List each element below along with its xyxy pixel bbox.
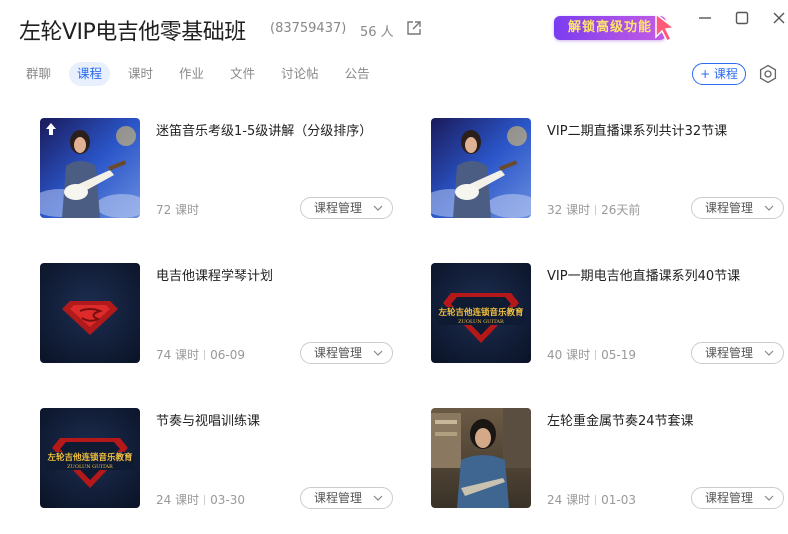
pin-top-icon: [46, 123, 56, 135]
chevron-down-icon: [373, 350, 383, 356]
zuolun-logo-image: 左轮吉他连锁音乐教育 ZUOLUN GUITAR: [431, 263, 531, 363]
lesson-count: 74 课时: [156, 348, 200, 362]
course-date: 03-30: [210, 493, 245, 507]
course-manage-dropdown[interactable]: 课程管理: [300, 342, 393, 364]
lesson-count: 24 课时: [547, 493, 591, 507]
chevron-down-icon: [764, 205, 774, 211]
course-manage-label: 课程管理: [705, 346, 754, 360]
superman-logo-image: [40, 263, 140, 363]
tab-courses[interactable]: 课程: [69, 62, 111, 86]
settings-icon[interactable]: [758, 64, 778, 84]
cursor-arrow-icon: [655, 12, 676, 42]
meta-divider: [204, 350, 206, 360]
zuolun-logo-image: 左轮吉他连锁音乐教育 ZUOLUN GUITAR: [40, 408, 140, 508]
logo-text-cn: 左轮吉他连锁音乐教育: [437, 307, 524, 318]
course-card[interactable]: 电吉他课程学琴计划 74 课时 06-09 课程管理: [40, 263, 400, 364]
group-id: (83759437): [270, 21, 347, 36]
course-title[interactable]: 左轮重金属节奏24节套课: [547, 410, 694, 429]
course-meta: 24 课时 03-30: [156, 491, 245, 508]
tab-lessons[interactable]: 课时: [120, 62, 161, 86]
course-title[interactable]: 节奏与视唱训练课: [156, 410, 260, 429]
minimize-icon[interactable]: [697, 10, 713, 26]
meta-divider: [595, 350, 597, 360]
meta-divider: [204, 495, 206, 505]
group-title: 左轮VIP电吉他零基础班: [19, 20, 246, 45]
chevron-down-icon: [373, 495, 383, 501]
add-course-button[interactable]: + 课程: [692, 63, 746, 85]
course-title[interactable]: 电吉他课程学琴计划: [156, 265, 273, 284]
guitarist-room-image: [431, 408, 531, 508]
course-manage-dropdown[interactable]: 课程管理: [300, 197, 393, 219]
course-thumbnail[interactable]: [40, 118, 140, 218]
logo-text-en: ZUOLUN GUITAR: [458, 319, 504, 325]
tab-discussions[interactable]: 讨论帖: [273, 62, 327, 86]
course-thumbnail[interactable]: 左轮吉他连锁音乐教育 ZUOLUN GUITAR: [40, 408, 140, 508]
lesson-count: 24 课时: [156, 493, 200, 507]
course-title[interactable]: VIP二期直播课系列共计32节课: [547, 120, 727, 139]
course-meta: 24 课时 01-03: [547, 491, 636, 508]
course-thumbnail[interactable]: [40, 263, 140, 363]
chevron-down-icon: [373, 205, 383, 211]
course-manage-label: 课程管理: [314, 201, 363, 215]
course-manage-label: 课程管理: [705, 201, 754, 215]
tab-homework[interactable]: 作业: [171, 62, 212, 86]
meta-divider: [595, 205, 597, 215]
course-meta: 74 课时 06-09: [156, 346, 245, 363]
course-date: 01-03: [601, 493, 636, 507]
course-thumbnail[interactable]: [431, 408, 531, 508]
guitarist-stage-image: [431, 118, 531, 218]
unlock-premium-label: 解锁高级功能: [554, 16, 666, 40]
course-date: 05-19: [601, 348, 636, 362]
tab-bar: 群聊 课程 课时 作业 文件 讨论帖 公告: [18, 62, 388, 86]
course-card[interactable]: 迷笛音乐考级1-5级讲解（分级排序） 72 课时 课程管理: [40, 118, 400, 219]
meta-divider: [595, 495, 597, 505]
course-card[interactable]: VIP二期直播课系列共计32节课 32 课时 26天前 课程管理: [431, 118, 788, 219]
course-date: 06-09: [210, 348, 245, 362]
course-title[interactable]: 迷笛音乐考级1-5级讲解（分级排序）: [156, 120, 372, 139]
open-external-icon[interactable]: [406, 20, 422, 36]
logo-text-en: ZUOLUN GUITAR: [67, 464, 113, 470]
course-date: 26天前: [601, 203, 641, 217]
course-manage-label: 课程管理: [314, 346, 363, 360]
close-icon[interactable]: [771, 10, 787, 26]
course-thumbnail[interactable]: [431, 118, 531, 218]
course-manage-dropdown[interactable]: 课程管理: [691, 342, 784, 364]
course-thumbnail[interactable]: 左轮吉他连锁音乐教育 ZUOLUN GUITAR: [431, 263, 531, 363]
course-manage-label: 课程管理: [314, 491, 363, 505]
tab-files[interactable]: 文件: [222, 62, 263, 86]
course-card[interactable]: 左轮吉他连锁音乐教育 ZUOLUN GUITAR 节奏与视唱训练课 24 课时 0…: [40, 408, 400, 509]
lesson-count: 32 课时: [547, 203, 591, 217]
course-manage-dropdown[interactable]: 课程管理: [691, 487, 784, 509]
logo-text-cn: 左轮吉他连锁音乐教育: [46, 452, 133, 463]
course-manage-label: 课程管理: [705, 491, 754, 505]
maximize-icon[interactable]: [734, 10, 750, 26]
tab-announcements[interactable]: 公告: [337, 62, 378, 86]
course-card[interactable]: 左轮重金属节奏24节套课 24 课时 01-03 课程管理: [431, 408, 788, 509]
course-manage-dropdown[interactable]: 课程管理: [691, 197, 784, 219]
course-meta: 32 课时 26天前: [547, 201, 640, 218]
course-card[interactable]: 左轮吉他连锁音乐教育 ZUOLUN GUITAR VIP一期电吉他直播课系列40…: [431, 263, 788, 364]
chevron-down-icon: [764, 495, 774, 501]
lesson-count: 72 课时: [156, 203, 200, 217]
tab-chat[interactable]: 群聊: [18, 62, 59, 86]
course-meta: 72 课时: [156, 201, 199, 218]
course-manage-dropdown[interactable]: 课程管理: [300, 487, 393, 509]
course-title[interactable]: VIP一期电吉他直播课系列40节课: [547, 265, 740, 284]
course-meta: 40 课时 05-19: [547, 346, 636, 363]
member-count[interactable]: 56 人: [360, 21, 394, 40]
unlock-premium-button[interactable]: 解锁高级功能: [554, 12, 678, 44]
lesson-count: 40 课时: [547, 348, 591, 362]
chevron-down-icon: [764, 350, 774, 356]
